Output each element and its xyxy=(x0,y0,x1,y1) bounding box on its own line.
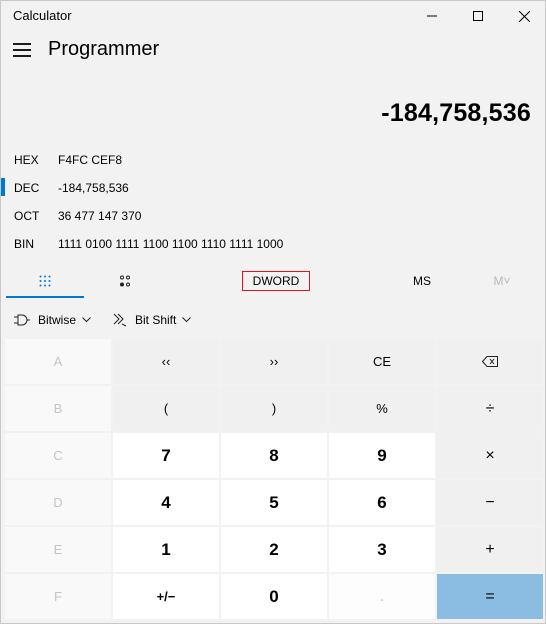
full-keypad-icon xyxy=(39,275,51,286)
bitwise-dropdown[interactable]: Bitwise xyxy=(14,309,91,331)
title-bar: Calculator xyxy=(1,1,545,31)
memory-list-button[interactable]: M˅ xyxy=(482,271,522,291)
key-left-shift[interactable]: ‹‹ xyxy=(113,339,219,384)
key-6[interactable]: 6 xyxy=(329,480,435,525)
radix-label: DEC xyxy=(14,181,40,195)
bitwise-gate-icon xyxy=(14,314,30,326)
memory-store-button[interactable]: MS xyxy=(402,271,442,291)
bit-shift-label: Bit Shift xyxy=(135,313,177,327)
key-decimal[interactable]: . xyxy=(329,574,435,619)
maximize-icon xyxy=(473,11,483,21)
key-add[interactable]: + xyxy=(437,527,543,572)
word-size-button[interactable]: DWORD xyxy=(242,271,310,291)
radix-label: OCT xyxy=(14,209,40,223)
radix-oct-row[interactable]: OCT 36 477 147 370 xyxy=(1,203,401,229)
key-multiply[interactable]: × xyxy=(437,433,543,478)
hamburger-menu-icon[interactable] xyxy=(13,43,31,57)
tab-full-keypad[interactable] xyxy=(6,265,84,298)
mode-title: Programmer xyxy=(48,38,160,60)
minimize-icon xyxy=(427,15,437,17)
backspace-icon xyxy=(482,356,498,367)
key-c[interactable]: C xyxy=(5,433,111,478)
close-icon xyxy=(518,10,530,22)
bit-shift-dropdown[interactable]: Bit Shift xyxy=(113,309,192,331)
key-1[interactable]: 1 xyxy=(113,527,219,572)
key-4[interactable]: 4 xyxy=(113,480,219,525)
key-subtract[interactable]: − xyxy=(437,480,543,525)
key-close-paren[interactable]: ) xyxy=(221,386,327,431)
radix-bin-row[interactable]: BIN 1111 0100 1111 1100 1100 1110 1111 1… xyxy=(1,231,401,257)
maximize-button[interactable] xyxy=(455,1,501,31)
radix-label: BIN xyxy=(14,237,35,251)
key-negate[interactable]: +/− xyxy=(113,574,219,619)
result-display: -184,758,536 xyxy=(381,99,531,127)
radix-value: 36 477 147 370 xyxy=(58,209,142,223)
chevron-down-icon xyxy=(182,317,192,323)
radix-dec-row[interactable]: DEC -184,758,536 xyxy=(1,175,401,201)
key-right-shift[interactable]: ›› xyxy=(221,339,327,384)
key-divide[interactable]: ÷ xyxy=(437,386,543,431)
key-e[interactable]: E xyxy=(5,527,111,572)
key-0[interactable]: 0 xyxy=(221,574,327,619)
selected-indicator xyxy=(1,178,5,196)
key-9[interactable]: 9 xyxy=(329,433,435,478)
key-3[interactable]: 3 xyxy=(329,527,435,572)
key-8[interactable]: 8 xyxy=(221,433,327,478)
key-open-paren[interactable]: ( xyxy=(113,386,219,431)
key-f[interactable]: F xyxy=(5,574,111,619)
radix-hex-row[interactable]: HEX F4FC CEF8 xyxy=(1,147,401,173)
calculator-window: Calculator Programmer -184,758,536 HEX F… xyxy=(0,0,546,624)
backspace-key[interactable] xyxy=(437,339,543,384)
key-2[interactable]: 2 xyxy=(221,527,327,572)
key-percent[interactable]: % xyxy=(329,386,435,431)
chevron-down-icon xyxy=(82,317,91,323)
bitwise-label: Bitwise xyxy=(38,313,77,327)
key-7[interactable]: 7 xyxy=(113,433,219,478)
key-equals[interactable]: = xyxy=(437,574,543,619)
key-clear-entry[interactable]: CE xyxy=(329,339,435,384)
radix-label: HEX xyxy=(14,153,39,167)
key-b[interactable]: B xyxy=(5,386,111,431)
app-title: Calculator xyxy=(13,8,72,23)
bit-shift-icon xyxy=(113,313,127,327)
radix-value: F4FC CEF8 xyxy=(58,153,123,167)
radix-value: 1111 0100 1111 1100 1100 1110 1111 1000 xyxy=(58,237,284,251)
bit-toggling-keypad-icon xyxy=(120,275,130,287)
close-button[interactable] xyxy=(501,1,546,31)
key-a[interactable]: A xyxy=(5,339,111,384)
key-d[interactable]: D xyxy=(5,480,111,525)
minimize-button[interactable] xyxy=(409,1,455,31)
tab-bit-toggling-keypad[interactable] xyxy=(86,265,164,297)
radix-value: -184,758,536 xyxy=(58,181,129,195)
key-5[interactable]: 5 xyxy=(221,480,327,525)
keypad: A ‹‹ ›› CE B ( ) % ÷ C 7 8 9 × D 4 5 6 −… xyxy=(5,339,543,621)
